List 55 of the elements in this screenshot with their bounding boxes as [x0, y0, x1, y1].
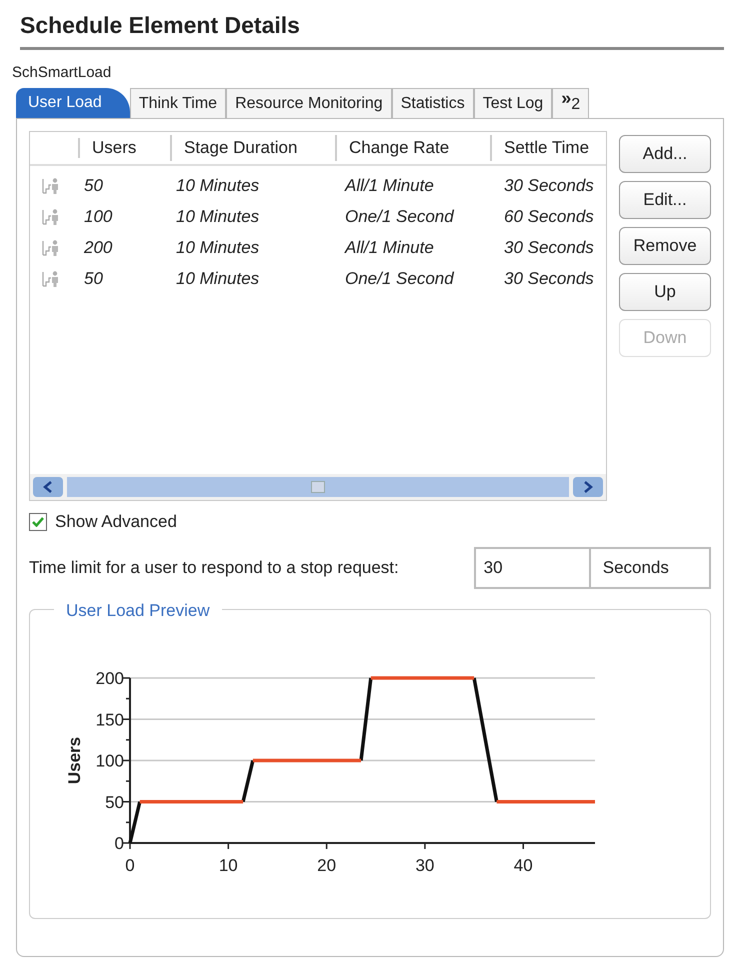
table-cell: 30 Seconds [504, 268, 594, 288]
table-cell: 10 Minutes [176, 176, 260, 195]
tab[interactable]: User Load [16, 88, 130, 118]
action-button[interactable]: Up [619, 273, 711, 311]
table-cell: 200 [84, 238, 112, 257]
element-name: SchSmartLoad [12, 62, 112, 82]
column-header[interactable]: Stage Duration [184, 138, 298, 158]
table-cell: All/1 Minute [345, 176, 434, 195]
table-cell: 10 Minutes [176, 238, 260, 257]
table-cell: 50 [84, 176, 103, 195]
x-tick-label: 0 [125, 856, 135, 874]
table-cell: 10 Minutes [176, 268, 260, 288]
checkbox-label: Show Advanced [55, 511, 177, 533]
stairs-person-icon [42, 176, 60, 194]
scroll-left-icon[interactable] [33, 477, 63, 497]
table-cell: 60 Seconds [504, 206, 594, 226]
y-tick-label: 50 [105, 792, 124, 812]
tab[interactable]: Statistics [392, 88, 474, 118]
unit-field[interactable]: Seconds [590, 546, 711, 588]
horizontal-scrollbar[interactable] [30, 474, 606, 500]
y-tick-label: 100 [96, 751, 124, 770]
stairs-person-icon [42, 208, 60, 226]
y-axis-label: Users [65, 736, 84, 784]
table-cell: 10 Minutes [176, 206, 260, 226]
y-tick-label: 0 [114, 834, 124, 852]
table-cell: 30 Seconds [504, 176, 594, 195]
y-tick-label: 150 [96, 710, 124, 729]
table-cell: One/1 Second [345, 206, 454, 226]
column-header[interactable]: Users [92, 138, 136, 158]
table-cell: 50 [84, 268, 103, 288]
scroll-thumb-icon[interactable] [311, 481, 325, 493]
show-advanced-checkbox[interactable] [29, 512, 47, 531]
column-header[interactable]: Change Rate [349, 138, 450, 158]
stairs-person-icon [42, 238, 60, 256]
tab[interactable]: Think Time [130, 88, 226, 118]
tab[interactable]: Resource Monitoring [226, 88, 392, 118]
action-button[interactable]: Edit... [619, 181, 711, 219]
stairs-person-icon [42, 270, 60, 288]
action-button[interactable]: Add... [619, 135, 711, 173]
column-header[interactable]: Settle Time [504, 138, 590, 158]
table-cell: One/1 Second [345, 268, 454, 288]
tab[interactable]: Test Log [474, 88, 552, 118]
y-tick-label: 200 [96, 668, 124, 688]
x-tick-label: 30 [415, 856, 434, 874]
table-cell: All/1 Minute [345, 238, 434, 257]
page-title: Schedule Element Details [19, 11, 301, 40]
x-tick-label: 10 [218, 856, 238, 874]
x-tick-label: 20 [317, 856, 336, 874]
x-tick-label: 40 [514, 856, 533, 874]
scroll-right-icon[interactable] [573, 477, 603, 497]
time-limit-label: Time limit for a user to respond to a stop request: [29, 556, 400, 579]
action-button[interactable]: Remove [619, 227, 711, 265]
time-limit-field[interactable]: 30 [474, 546, 591, 588]
table-cell: 30 Seconds [504, 238, 594, 257]
table-cell: 100 [84, 206, 112, 226]
